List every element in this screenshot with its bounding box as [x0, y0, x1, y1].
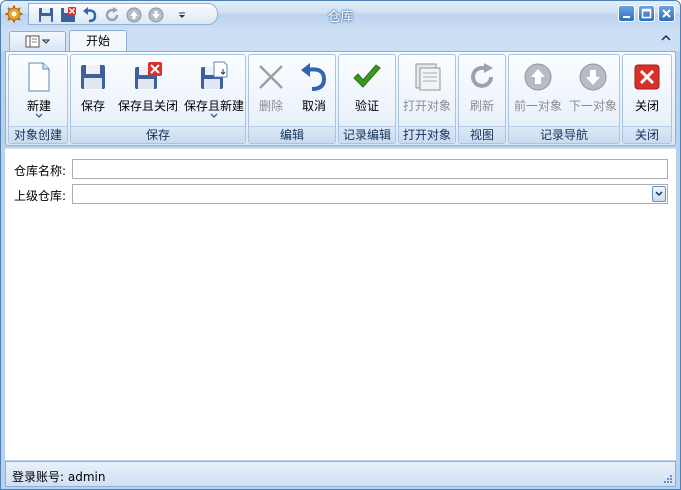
- cancel-label: 取消: [301, 99, 326, 113]
- group-label-edit: 编辑: [249, 126, 335, 143]
- close-window-button[interactable]: [658, 5, 675, 22]
- undo-icon: [301, 63, 327, 91]
- new-document-icon: [28, 62, 50, 92]
- validate-button[interactable]: 验证: [339, 57, 395, 125]
- group-label-save: 保存: [71, 126, 245, 143]
- close-button[interactable]: 关闭: [623, 57, 671, 125]
- warehouse-name-input[interactable]: [72, 159, 668, 179]
- warehouse-name-label: 仓库名称:: [14, 164, 67, 178]
- arrow-down-icon: [579, 63, 607, 91]
- save-close-button[interactable]: 保存且关闭: [115, 57, 181, 125]
- minimize-icon: [623, 16, 630, 18]
- close-label: 关闭: [634, 99, 659, 113]
- parent-warehouse-combo[interactable]: [72, 184, 668, 204]
- group-label-object-create: 对象创建: [9, 126, 67, 143]
- group-label-record-edit: 记录编辑: [339, 126, 395, 143]
- group-close: 关闭 关闭: [622, 54, 672, 144]
- open-object-label: 打开对象: [402, 99, 451, 113]
- application-menu-button[interactable]: [9, 31, 66, 51]
- prev-object-label: 前一对象: [513, 99, 562, 113]
- group-record-edit: 验证 记录编辑: [338, 54, 396, 144]
- new-label: 新建: [26, 99, 51, 113]
- chevron-down-icon: [210, 113, 218, 118]
- parent-warehouse-label: 上级仓库:: [14, 189, 67, 203]
- validate-label: 验证: [354, 99, 379, 113]
- maximize-button[interactable]: [638, 5, 655, 22]
- group-label-open-object: 打开对象: [399, 126, 455, 143]
- delete-button[interactable]: 删除: [251, 57, 291, 125]
- app-menu-icon: [25, 35, 51, 48]
- login-account-text: 登录账号: admin: [12, 470, 106, 484]
- group-label-view: 视图: [459, 126, 505, 143]
- group-save: 保存 保存且关闭 保存且新建 保存: [70, 54, 246, 144]
- new-button[interactable]: 新建: [9, 57, 69, 125]
- delete-x-icon: [259, 65, 283, 89]
- collapse-ribbon-icon[interactable]: [660, 32, 672, 44]
- application-window: 仓库 开始 新建 对象创建 保存 保存且关闭 保存且新建 保存 删除 取消 编辑…: [0, 0, 681, 490]
- maximize-icon: [641, 8, 652, 19]
- minimize-button[interactable]: [618, 5, 635, 22]
- group-object-create: 新建 对象创建: [8, 54, 68, 144]
- ribbon: 新建 对象创建 保存 保存且关闭 保存且新建 保存 删除 取消 编辑 验证 记录…: [5, 51, 676, 146]
- group-view: 刷新 视图: [458, 54, 506, 144]
- title-bar[interactable]: 仓库: [1, 1, 680, 28]
- save-new-label: 保存且新建: [183, 99, 244, 113]
- resize-grip-icon[interactable]: [662, 473, 672, 483]
- group-record-nav: 前一对象 下一对象 记录导航: [508, 54, 620, 144]
- status-bar: 登录账号: admin: [5, 461, 676, 487]
- save-new-icon: [201, 61, 228, 89]
- save-close-icon: [135, 62, 162, 89]
- close-icon: [662, 9, 671, 18]
- close-red-icon: [634, 64, 660, 90]
- form-area: 仓库名称: 上级仓库:: [5, 148, 676, 460]
- save-icon: [81, 65, 105, 89]
- refresh-button[interactable]: 刷新: [459, 57, 505, 125]
- chevron-down-icon: [655, 191, 663, 197]
- next-object-button[interactable]: 下一对象: [566, 57, 620, 125]
- group-open-object: 打开对象 打开对象: [398, 54, 456, 144]
- next-object-label: 下一对象: [568, 99, 617, 113]
- delete-label: 删除: [258, 99, 283, 113]
- checkmark-icon: [353, 64, 381, 88]
- save-button[interactable]: 保存: [73, 57, 113, 125]
- tab-start[interactable]: 开始: [69, 30, 127, 52]
- arrow-up-icon: [524, 63, 552, 91]
- cancel-button[interactable]: 取消: [293, 57, 335, 125]
- chevron-down-icon: [35, 113, 43, 118]
- save-new-button[interactable]: 保存且新建: [181, 57, 247, 125]
- save-close-label: 保存且关闭: [117, 99, 178, 113]
- group-edit: 删除 取消 编辑: [248, 54, 336, 144]
- group-label-record-nav: 记录导航: [509, 126, 619, 143]
- ribbon-tab-strip: 开始: [1, 28, 680, 52]
- open-object-button[interactable]: 打开对象: [399, 57, 455, 125]
- dropdown-button[interactable]: [652, 186, 666, 202]
- save-label: 保存: [80, 99, 105, 113]
- window-title: 仓库: [327, 10, 354, 25]
- prev-object-button[interactable]: 前一对象: [511, 57, 565, 125]
- open-object-icon: [415, 63, 441, 91]
- group-label-close: 关闭: [623, 126, 671, 143]
- refresh-icon: [471, 63, 493, 88]
- refresh-label: 刷新: [469, 99, 494, 113]
